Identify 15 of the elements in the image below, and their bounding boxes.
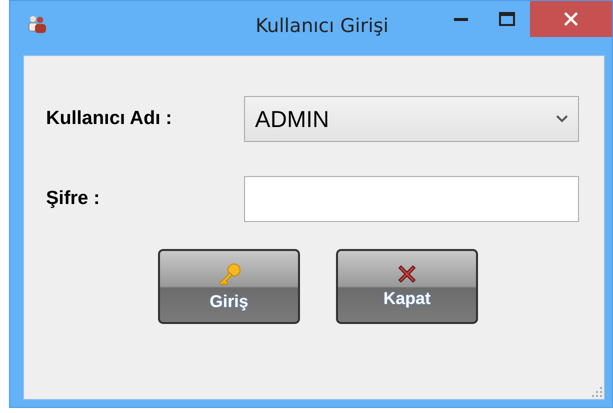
username-label: Kullanıcı Adı :: [46, 108, 173, 130]
chevron-icon: [556, 115, 568, 123]
password-label: Şifre :: [46, 188, 101, 210]
resize-grip-icon[interactable]: [592, 387, 602, 397]
users-icon: [27, 15, 47, 33]
window-title: Kullanıcı Girişi: [255, 15, 389, 37]
close-icon: [564, 12, 578, 26]
password-field[interactable]: [244, 176, 579, 222]
username-dropdown[interactable]: ADMIN: [244, 96, 579, 142]
close-button[interactable]: [530, 1, 612, 37]
maximize-icon: [499, 12, 515, 26]
close-button[interactable]: Kapat: [336, 249, 478, 324]
minimize-icon: [454, 17, 468, 21]
x-icon: [398, 264, 416, 282]
login-button[interactable]: Giriş: [158, 249, 300, 324]
